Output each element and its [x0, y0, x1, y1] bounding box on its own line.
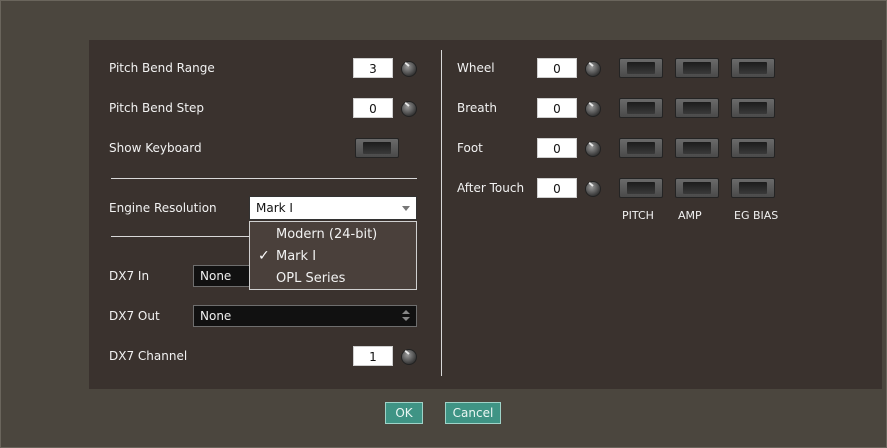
column-label-pitch: PITCH — [622, 209, 654, 222]
engine-resolution-select[interactable]: Mark I — [249, 196, 417, 220]
pitch-bend-range-label: Pitch Bend Range — [109, 61, 215, 75]
divider — [111, 178, 417, 179]
breath-knob[interactable] — [585, 101, 601, 117]
wheel-eg-bias-toggle[interactable] — [731, 58, 775, 78]
after-touch-knob[interactable] — [585, 181, 601, 197]
after-touch-amp-toggle[interactable] — [675, 178, 719, 198]
breath-pitch-toggle[interactable] — [619, 98, 663, 118]
checkmark-icon: ✓ — [258, 248, 270, 264]
divider — [111, 236, 249, 237]
option-opl-series[interactable]: OPL Series — [276, 271, 345, 286]
updown-arrows-icon — [402, 310, 410, 322]
option-modern[interactable]: Modern (24-bit) — [276, 227, 377, 242]
dx7-channel-label: DX7 Channel — [109, 349, 188, 363]
dx7-in-value: None — [200, 269, 232, 283]
pitch-bend-step-label: Pitch Bend Step — [109, 101, 205, 115]
column-divider — [441, 50, 442, 376]
after-touch-eg-bias-toggle[interactable] — [731, 178, 775, 198]
cancel-button[interactable]: Cancel — [445, 402, 501, 424]
ok-button[interactable]: OK — [385, 402, 423, 424]
foot-amp-toggle[interactable] — [675, 138, 719, 158]
wheel-input[interactable]: 0 — [537, 58, 577, 78]
pitch-bend-range-knob[interactable] — [401, 61, 417, 77]
breath-input[interactable]: 0 — [537, 98, 577, 118]
column-label-amp: AMP — [678, 209, 702, 222]
dx7-channel-input[interactable]: 1 — [353, 346, 393, 366]
option-mark-i[interactable]: Mark I — [276, 249, 316, 264]
show-keyboard-toggle[interactable] — [355, 138, 399, 158]
engine-resolution-dropdown: Modern (24-bit) ✓ Mark I OPL Series — [249, 221, 417, 290]
show-keyboard-label: Show Keyboard — [109, 141, 202, 155]
dx7-out-select[interactable]: None — [193, 305, 417, 327]
wheel-amp-toggle[interactable] — [675, 58, 719, 78]
breath-label: Breath — [457, 101, 497, 115]
dx7-out-value: None — [200, 309, 232, 323]
foot-input[interactable]: 0 — [537, 138, 577, 158]
wheel-label: Wheel — [457, 61, 495, 75]
breath-amp-toggle[interactable] — [675, 98, 719, 118]
foot-eg-bias-toggle[interactable] — [731, 138, 775, 158]
foot-label: Foot — [457, 141, 483, 155]
pitch-bend-range-input[interactable]: 3 — [353, 58, 393, 78]
dx7-out-label: DX7 Out — [109, 309, 160, 323]
dx7-in-label: DX7 In — [109, 269, 150, 283]
chevron-down-icon — [402, 206, 410, 211]
after-touch-label: After Touch — [457, 181, 525, 195]
foot-pitch-toggle[interactable] — [619, 138, 663, 158]
pitch-bend-step-input[interactable]: 0 — [353, 98, 393, 118]
dx7-channel-knob[interactable] — [401, 349, 417, 365]
column-label-eg-bias: EG BIAS — [734, 209, 779, 222]
after-touch-pitch-toggle[interactable] — [619, 178, 663, 198]
after-touch-input[interactable]: 0 — [537, 178, 577, 198]
wheel-knob[interactable] — [585, 61, 601, 77]
wheel-pitch-toggle[interactable] — [619, 58, 663, 78]
pitch-bend-step-knob[interactable] — [401, 101, 417, 117]
engine-resolution-label: Engine Resolution — [109, 201, 217, 215]
engine-resolution-value: Mark I — [256, 201, 293, 215]
breath-eg-bias-toggle[interactable] — [731, 98, 775, 118]
foot-knob[interactable] — [585, 141, 601, 157]
